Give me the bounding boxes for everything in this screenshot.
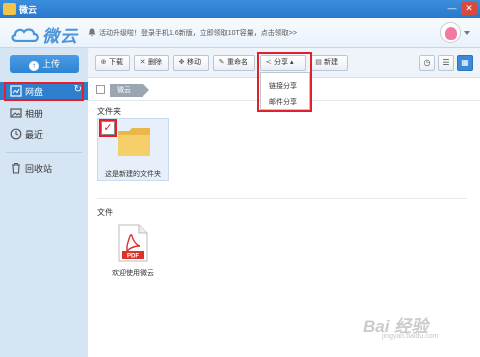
upload-arrow-icon: ↑ [28,61,39,71]
download-button[interactable]: ⊕ 下载 [95,55,130,71]
sidebar-item-label: 回收站 [25,164,53,174]
upload-label: 上传 [41,59,60,69]
clock-icon: ◷ [423,58,431,67]
cloud-logo-icon [11,28,39,42]
clock-icon [10,128,22,140]
photo-icon [10,108,22,118]
download-label: 下载 [109,59,123,66]
sidebar-item-label: 相册 [25,109,44,119]
files-section-title: 文件 [97,208,113,217]
new-folder-icon: ▤ [315,59,322,66]
header: 微云 活动升级啦！登录手机1.6新版，立即领取10T容量，点击领取>> [0,18,480,48]
move-button[interactable]: ✥ 移动 [173,55,209,71]
bell-icon [88,28,96,37]
sidebar: ↑ 上传 网盘 ↻ 相册 最近 回收站 [0,48,88,357]
user-avatar[interactable] [440,22,461,43]
close-icon: ✕ [139,59,146,66]
edit-icon: ✎ [218,59,225,66]
sidebar-item-photos[interactable]: 相册 [0,104,88,122]
promo-notice-link[interactable]: 活动升级啦！登录手机1.6新版，立即领取10T容量，点击领取>> [99,28,297,38]
new-label: 新建 [324,59,338,66]
section-divider [97,198,467,199]
grid-view-button[interactable]: ▦ [457,55,473,71]
highlight-box-share [257,52,312,112]
trash-icon [12,162,20,174]
new-folder-button[interactable]: ▤ 新建 [310,55,348,71]
folders-section-title: 文件夹 [97,107,121,116]
list-view-button[interactable]: ☰ [438,55,454,71]
highlight-box-drive [4,82,84,101]
download-icon: ⊕ [100,59,107,66]
main-panel: ⊕ 下载 ✕ 删除 ✥ 移动 ✎ 重命名 ≺ 分享 ▴ ▤ 新建 ◷ ☰ ▦ 微云 链接分享… [88,48,480,357]
delete-button[interactable]: ✕ 删除 [134,55,169,71]
breadcrumb-root[interactable]: 微云 [110,84,149,97]
highlight-box-checkbox [99,119,117,137]
list-view-icon: ☰ [442,58,450,67]
app-logo-icon [3,3,16,15]
window-title: 微云 [19,5,38,15]
sidebar-item-recent[interactable]: 最近 [0,125,88,143]
chevron-down-icon[interactable] [464,31,470,35]
title-bar: 微云 — ✕ [0,0,480,18]
delete-label: 删除 [148,59,162,66]
baidu-watermark-url: jingyan.baidu.com [382,333,439,340]
pdf-type-label: PDF [127,254,139,260]
grid-view-icon: ▦ [461,58,469,67]
upload-button[interactable]: ↑ 上传 [10,55,79,73]
brand-name: 微云 [42,27,78,46]
sidebar-item-trash[interactable]: 回收站 [0,159,88,177]
minimize-button[interactable]: — [444,2,460,15]
view-recent-button[interactable]: ◷ [419,55,435,71]
move-icon: ✥ [178,59,185,66]
sidebar-item-label: 最近 [25,130,44,140]
rename-button[interactable]: ✎ 重命名 [213,55,255,71]
move-label: 移动 [187,59,201,66]
folder-icon [118,128,150,156]
pdf-file-icon[interactable]: PDF [118,224,148,262]
select-all-checkbox[interactable] [96,85,105,94]
file-name: 欢迎使用微云 [112,270,154,277]
rename-label: 重命名 [227,59,248,66]
folder-name: 这是新建的文件夹 [105,171,161,178]
sidebar-divider [6,152,82,153]
close-button[interactable]: ✕ [461,2,477,15]
